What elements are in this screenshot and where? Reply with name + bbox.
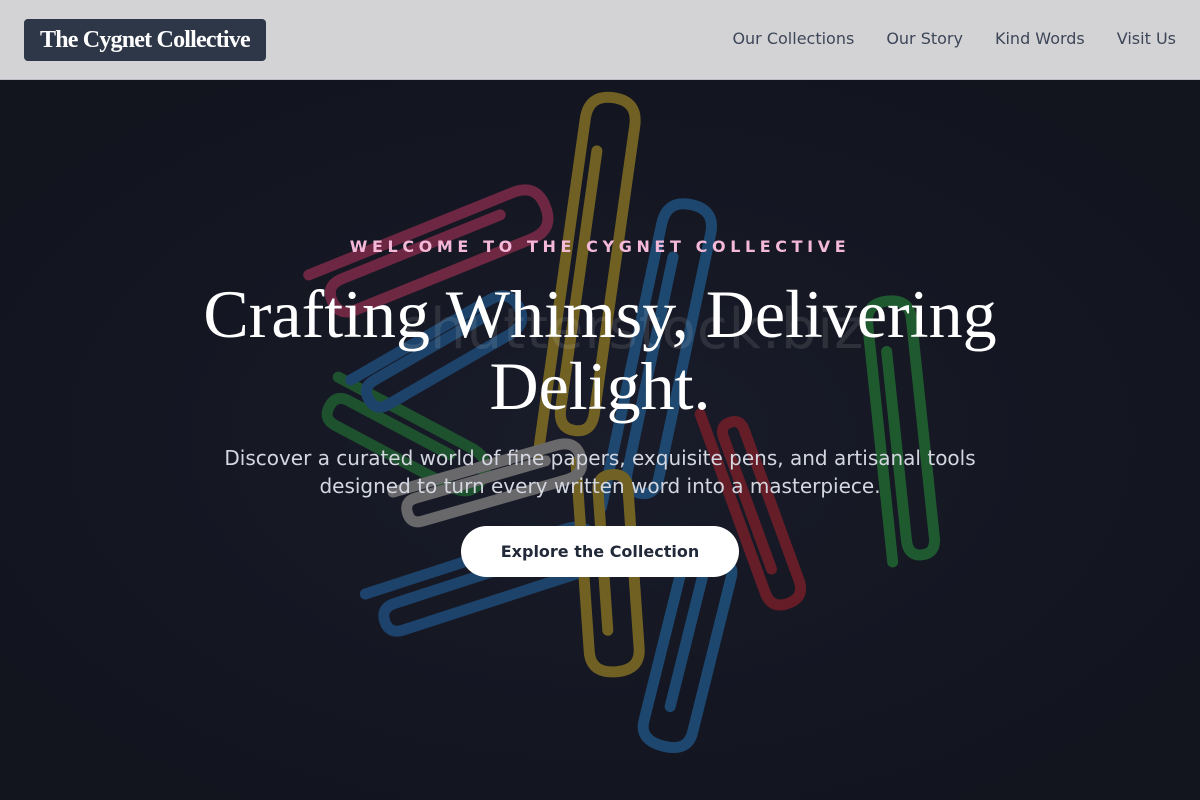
hero-overlay <box>0 80 1200 800</box>
top-navbar: The Cygnet Collective Our Collections Ou… <box>0 0 1200 80</box>
nav-link-kind-words[interactable]: Kind Words <box>995 28 1085 50</box>
hero-eyebrow: WELCOME TO THE CYGNET COLLECTIVE <box>349 237 851 256</box>
nav-link-our-collections[interactable]: Our Collections <box>732 28 854 50</box>
nav-link-visit-us[interactable]: Visit Us <box>1117 28 1176 50</box>
nav-link-our-story[interactable]: Our Story <box>886 28 963 50</box>
primary-nav: Our Collections Our Story Kind Words Vis… <box>732 28 1176 50</box>
brand-logo[interactable]: The Cygnet Collective <box>24 19 266 61</box>
hero-headline: Crafting Whimsy, Delivering Delight. <box>203 276 997 424</box>
hero-subtext: Discover a curated world of fine papers,… <box>224 446 976 498</box>
hero-section <box>0 80 1200 800</box>
explore-collection-button[interactable]: Explore the Collection <box>461 526 739 577</box>
